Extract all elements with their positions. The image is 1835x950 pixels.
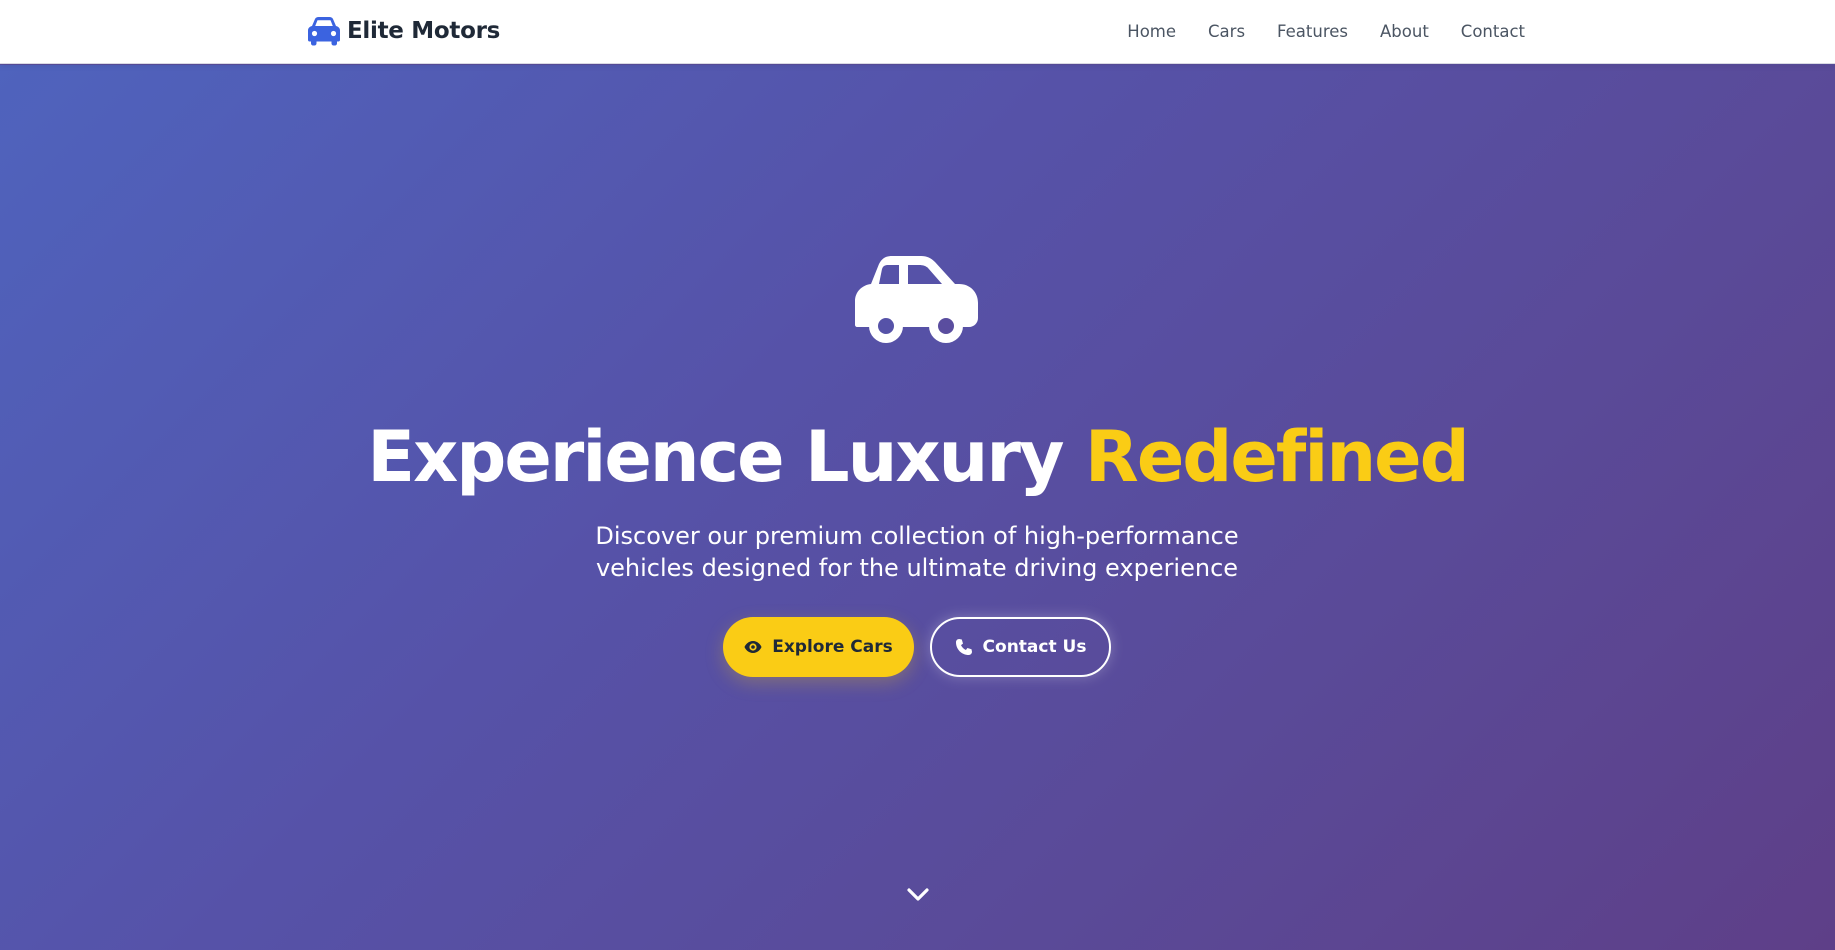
hero-subtitle-line1: Discover our premium collection of high-…: [595, 522, 1239, 550]
car-icon: [308, 17, 340, 46]
car-icon: [855, 256, 978, 343]
hero-subtitle-line2: vehicles designed for the ultimate drivi…: [595, 554, 1239, 582]
nav-link-cars[interactable]: Cars: [1208, 22, 1245, 41]
explore-cars-label: Explore Cars: [772, 637, 893, 657]
eye-icon: [744, 641, 762, 653]
hero-subtitle: Discover our premium collection of high-…: [517, 520, 1317, 584]
hero-buttons: Explore Cars Contact Us: [723, 617, 1111, 677]
contact-us-label: Contact Us: [982, 637, 1087, 657]
phone-icon: [955, 639, 972, 655]
brand-name: Elite Motors: [347, 18, 500, 44]
hero-title: Experience Luxury Redefined: [0, 415, 1835, 499]
nav-menu: Home Cars Features About Contact: [1127, 0, 1525, 62]
chevron-down-icon[interactable]: [905, 882, 931, 908]
hero-title-main: Experience Luxury: [367, 416, 1085, 498]
nav-link-contact[interactable]: Contact: [1461, 22, 1525, 41]
navbar: Elite Motors Home Cars Features About Co…: [0, 0, 1835, 64]
brand-logo[interactable]: Elite Motors: [307, 14, 500, 48]
nav-link-about[interactable]: About: [1380, 22, 1429, 41]
nav-link-home[interactable]: Home: [1127, 22, 1176, 41]
hero-section: Experience Luxury Redefined Discover our…: [0, 65, 1835, 950]
contact-us-button[interactable]: Contact Us: [930, 617, 1111, 677]
nav-link-features[interactable]: Features: [1277, 22, 1348, 41]
explore-cars-button[interactable]: Explore Cars: [723, 617, 914, 677]
hero-title-accent: Redefined: [1084, 416, 1470, 498]
